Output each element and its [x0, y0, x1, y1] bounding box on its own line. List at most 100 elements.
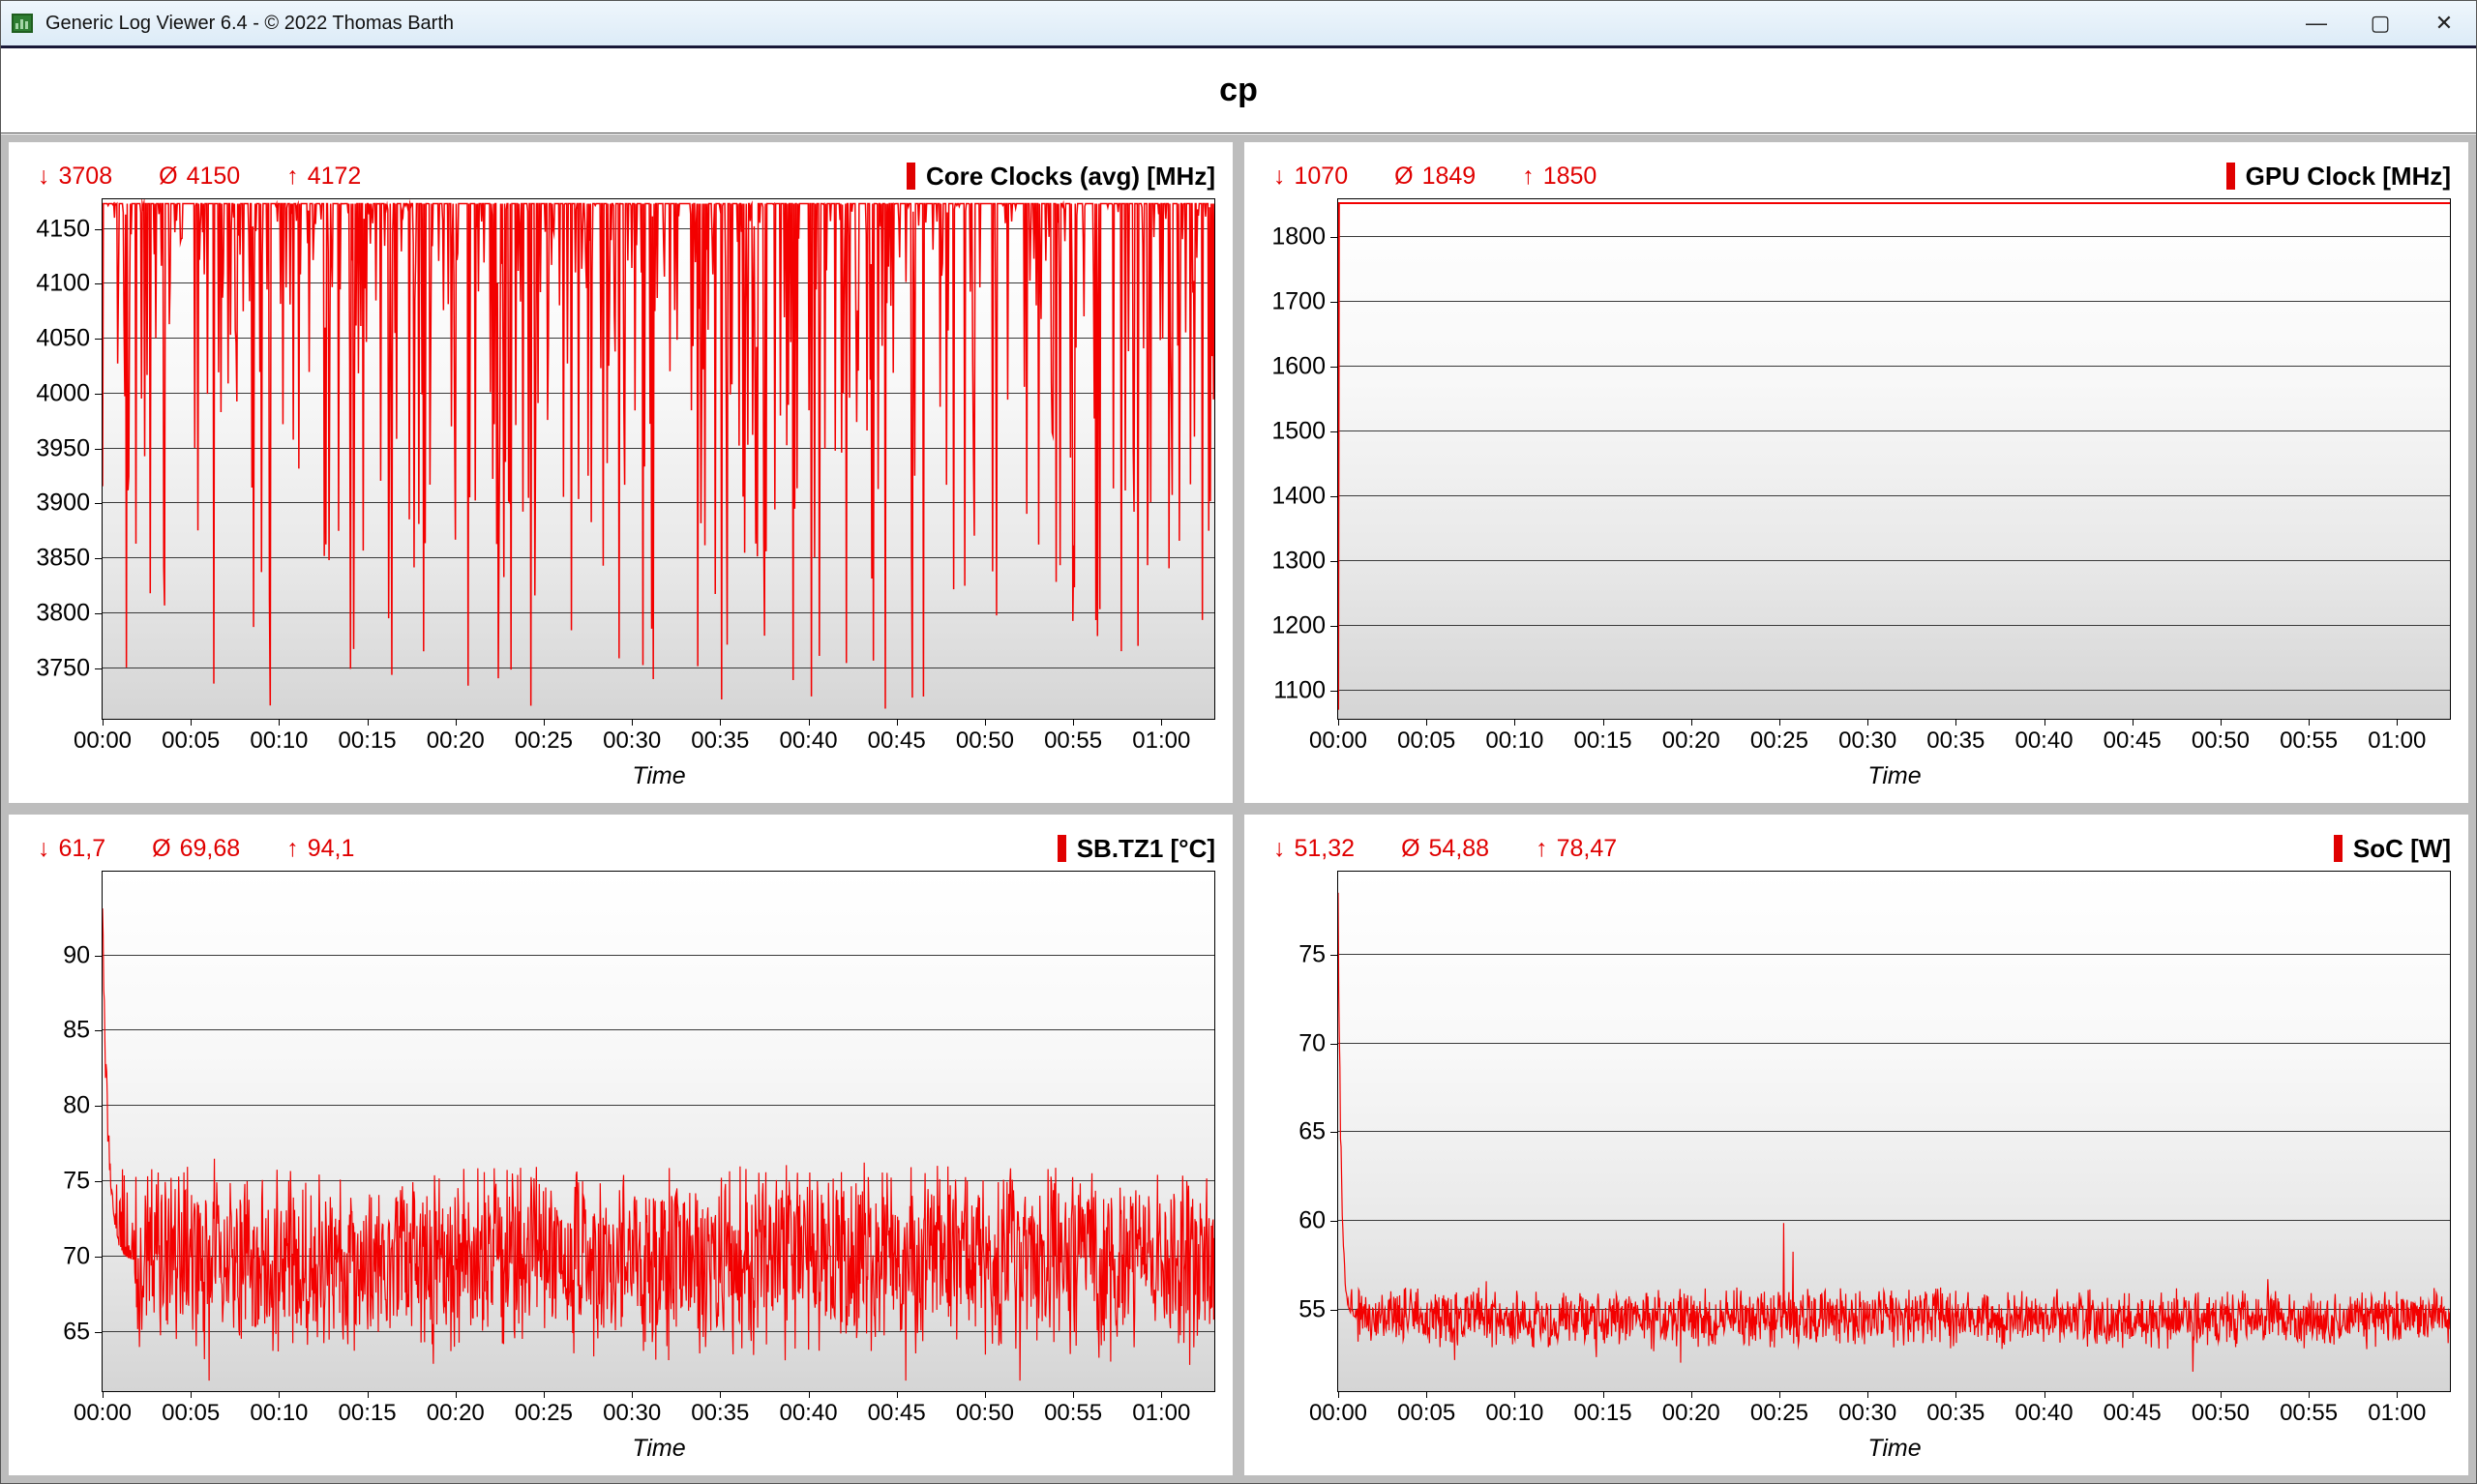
y-tick-mark	[1330, 1310, 1337, 1311]
min-arrow-icon: ↓	[1273, 835, 1286, 863]
maximize-button[interactable]: ▢	[2348, 1, 2412, 45]
y-tick-mark	[95, 283, 102, 284]
x-tick-label: 01:00	[1132, 727, 1190, 755]
x-tick-label: 00:05	[1397, 1400, 1455, 1427]
x-tick-label: 01:00	[2368, 1400, 2426, 1427]
plot-area[interactable]	[1337, 198, 2451, 720]
max-arrow-icon: ↑	[286, 163, 299, 191]
y-tick-mark	[1330, 1221, 1337, 1222]
stat-avg: Ø 4150	[159, 163, 240, 191]
x-tick-mark	[1073, 720, 1074, 726]
x-tick-label: 00:20	[427, 727, 485, 755]
x-tick-label: 00:30	[603, 727, 661, 755]
x-tick-label: 00:25	[1750, 1400, 1808, 1427]
chart-canvas	[1338, 199, 2450, 719]
y-tick-mark	[95, 394, 102, 395]
close-button[interactable]: ✕	[2412, 1, 2476, 45]
x-tick-mark	[456, 720, 457, 726]
y-tick-mark	[95, 668, 102, 669]
y-tick-label: 3950	[36, 434, 90, 462]
window-title: Generic Log Viewer 6.4 - © 2022 Thomas B…	[45, 13, 454, 35]
plot-area[interactable]	[102, 871, 1215, 1392]
stat-avg-value: 1849	[1422, 163, 1477, 191]
x-tick-mark	[2133, 1392, 2134, 1398]
chart-area: 7570656055	[1256, 871, 2451, 1392]
x-tick-mark	[368, 1392, 369, 1398]
stat-avg-value: 69,68	[180, 835, 241, 863]
x-tick-mark	[809, 1392, 810, 1398]
x-tick-label: 00:15	[1574, 727, 1632, 755]
stat-max: ↑ 94,1	[286, 835, 354, 863]
y-tick-mark	[1330, 626, 1337, 627]
x-tick-label: 00:15	[1574, 1400, 1632, 1427]
x-tick-label: 00:45	[2104, 727, 2162, 755]
chart-canvas	[103, 872, 1214, 1391]
x-tick-label: 00:10	[250, 727, 308, 755]
chart-canvas	[103, 199, 1214, 719]
stats-row: ↓ 61,7 Ø 69,68 ↑ 94,1 SB.TZ1 [°C]	[20, 826, 1215, 871]
chart-canvas	[1338, 872, 2450, 1391]
x-tick-label: 00:15	[339, 1400, 397, 1427]
legend-label: Core Clocks (avg) [MHz]	[926, 162, 1215, 192]
y-tick-mark	[1330, 1044, 1337, 1045]
x-tick-mark	[368, 720, 369, 726]
x-tick-mark	[1779, 1392, 1780, 1398]
x-tick-mark	[544, 720, 545, 726]
x-tick-mark	[1955, 1392, 1956, 1398]
legend-color-bar	[1058, 835, 1066, 862]
title-bar[interactable]: Generic Log Viewer 6.4 - © 2022 Thomas B…	[1, 1, 2476, 45]
x-tick-mark	[1867, 1392, 1868, 1398]
x-tick-mark	[897, 1392, 898, 1398]
stat-max-value: 78,47	[1557, 835, 1618, 863]
y-tick-label: 75	[1298, 940, 1326, 968]
y-axis-labels: 7570656055	[1256, 871, 1337, 1392]
chart-area: 415041004050400039503900385038003750	[20, 198, 1215, 720]
x-tick-mark	[632, 1392, 633, 1398]
legend-color-bar	[2226, 163, 2235, 190]
x-tick-label: 00:05	[1397, 727, 1455, 755]
x-tick-label: 00:50	[956, 727, 1014, 755]
x-axis-title: Time	[103, 760, 1215, 799]
chart-area: 18001700160015001400130012001100	[1256, 198, 2451, 720]
x-tick-label: 00:40	[779, 727, 837, 755]
x-tick-label: 00:20	[427, 1400, 485, 1427]
y-axis-labels: 18001700160015001400130012001100	[1256, 198, 1337, 720]
x-tick-label: 00:30	[1838, 727, 1896, 755]
y-tick-mark	[95, 1257, 102, 1258]
window-controls: — ▢ ✕	[2284, 1, 2476, 45]
x-tick-mark	[279, 1392, 280, 1398]
x-tick-label: 00:45	[868, 727, 926, 755]
x-tick-label: 00:55	[1044, 1400, 1102, 1427]
stat-min-value: 51,32	[1295, 835, 1356, 863]
x-tick-mark	[2221, 1392, 2222, 1398]
y-tick-mark	[1330, 237, 1337, 238]
y-tick-label: 75	[63, 1167, 90, 1195]
x-tick-mark	[1426, 720, 1427, 726]
y-tick-mark	[95, 1030, 102, 1031]
y-tick-label: 3750	[36, 654, 90, 682]
x-tick-label: 00:25	[515, 1400, 573, 1427]
chart-panel-core-clocks: ↓ 3708 Ø 4150 ↑ 4172 Core Clocks (avg) […	[9, 142, 1233, 803]
x-tick-label: 00:10	[1485, 1400, 1543, 1427]
y-tick-label: 60	[1298, 1206, 1326, 1234]
x-tick-label: 00:10	[250, 1400, 308, 1427]
plot-area[interactable]	[102, 198, 1215, 720]
y-tick-label: 1800	[1271, 223, 1326, 251]
y-tick-label: 1300	[1271, 547, 1326, 575]
app-icon	[11, 11, 36, 36]
app-window: Generic Log Viewer 6.4 - © 2022 Thomas B…	[0, 0, 2477, 1484]
y-axis-labels: 908580757065	[20, 871, 102, 1392]
x-tick-mark	[809, 720, 810, 726]
x-tick-label: 00:55	[2280, 1400, 2338, 1427]
x-axis-labels: 00:0000:0500:1000:1500:2000:2500:3000:35…	[103, 1392, 1215, 1433]
plot-area[interactable]	[1337, 871, 2451, 1392]
y-tick-label: 3900	[36, 489, 90, 517]
x-tick-mark	[632, 720, 633, 726]
x-tick-label: 00:50	[2192, 727, 2250, 755]
x-tick-mark	[456, 1392, 457, 1398]
x-tick-label: 00:45	[868, 1400, 926, 1427]
x-tick-mark	[103, 1392, 104, 1398]
avg-symbol-icon: Ø	[152, 835, 170, 863]
page-title: cp	[1219, 72, 1258, 109]
minimize-button[interactable]: —	[2284, 1, 2348, 45]
